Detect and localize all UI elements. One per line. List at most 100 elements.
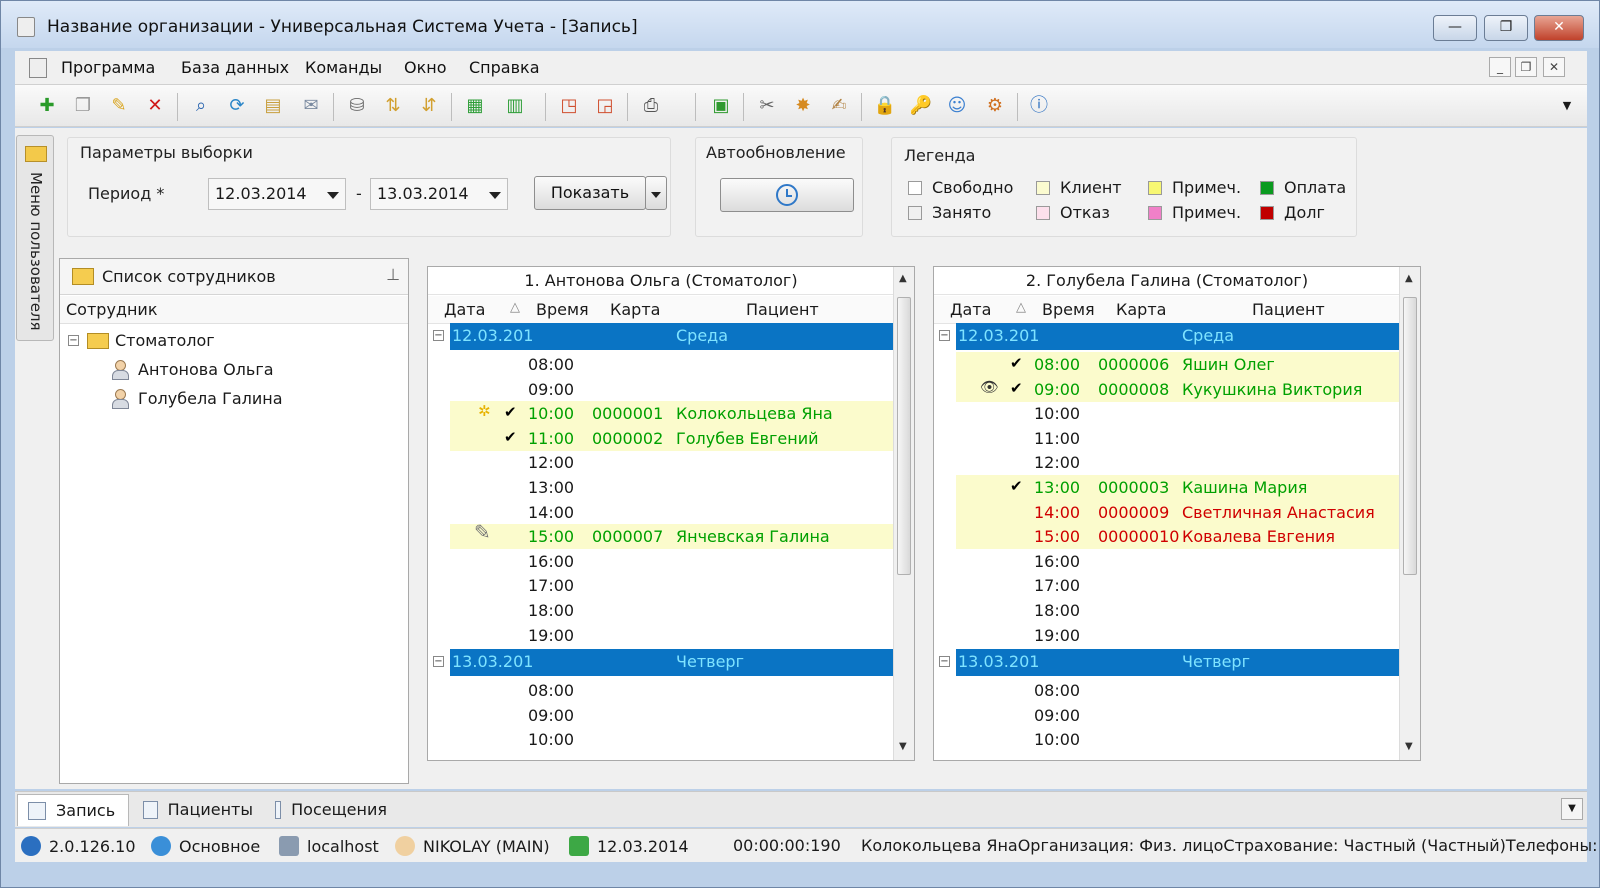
column-card[interactable]: Карта bbox=[1116, 300, 1166, 319]
collapse-icon[interactable]: − bbox=[939, 330, 950, 341]
appointment-row[interactable]: 13:00 0000003 Кашина Мария ✔ bbox=[934, 475, 1400, 500]
mdi-minimize-button[interactable]: _ bbox=[1489, 57, 1511, 77]
minimize-button[interactable]: — bbox=[1433, 15, 1477, 41]
menu-window[interactable]: Окно bbox=[404, 58, 447, 77]
app-icon[interactable] bbox=[17, 17, 35, 37]
collapse-icon[interactable]: − bbox=[433, 330, 444, 341]
appointment-row[interactable]: 09:00 bbox=[428, 703, 894, 728]
day-group-row[interactable]: −12.03.201 Среда bbox=[428, 323, 894, 350]
mdi-restore-button[interactable]: ❐ bbox=[1515, 57, 1537, 77]
show-button[interactable]: Показать bbox=[534, 176, 646, 210]
appointment-row[interactable]: 09:00 bbox=[428, 377, 894, 402]
autoupdate-button[interactable] bbox=[720, 178, 854, 212]
copy-icon[interactable]: ❐ bbox=[71, 94, 95, 118]
sort-asc-icon[interactable]: △ bbox=[1016, 300, 1026, 315]
dropdown-arrow-icon[interactable] bbox=[327, 192, 339, 199]
appointment-row[interactable]: 19:00 bbox=[934, 623, 1400, 648]
search-icon[interactable]: ⌕ bbox=[189, 94, 213, 118]
vertical-scrollbar[interactable]: ▲ ▼ bbox=[893, 267, 914, 760]
print-icon[interactable]: ⎙ bbox=[639, 94, 663, 118]
column-patient[interactable]: Пациент bbox=[1252, 300, 1325, 319]
scroll-down-icon[interactable]: ▼ bbox=[899, 741, 907, 752]
scroll-down-icon[interactable]: ▼ bbox=[1405, 741, 1413, 752]
appointment-row[interactable]: 12:00 bbox=[934, 450, 1400, 475]
tab-patients[interactable]: Пациенты bbox=[133, 794, 261, 826]
show-dropdown-button[interactable] bbox=[645, 176, 667, 210]
open-window-icon[interactable]: ◳ bbox=[557, 94, 581, 118]
column-patient[interactable]: Пациент bbox=[746, 300, 819, 319]
export-menu-icon[interactable]: ▥ bbox=[503, 94, 527, 118]
binoculars-icon[interactable]: ⛁ bbox=[345, 94, 369, 118]
dropdown-arrow-icon[interactable] bbox=[489, 192, 501, 199]
column-card[interactable]: Карта bbox=[610, 300, 660, 319]
appointment-row[interactable]: 15:00 00000010 Ковалева Евгения bbox=[934, 524, 1400, 550]
appointment-row[interactable]: 10:00 bbox=[934, 727, 1400, 752]
info-icon[interactable]: ⓘ bbox=[1027, 94, 1051, 118]
sort-asc-icon[interactable]: △ bbox=[510, 300, 520, 315]
lock-icon[interactable]: 🔒 bbox=[873, 94, 897, 118]
close-button[interactable]: ✕ bbox=[1534, 15, 1584, 41]
export-excel-icon[interactable]: ▦ bbox=[463, 94, 487, 118]
wizard-icon[interactable]: ✸ bbox=[791, 94, 815, 118]
add-icon[interactable]: ✚ bbox=[35, 94, 59, 118]
appointment-row[interactable]: 10:00 bbox=[428, 727, 894, 752]
appointment-row[interactable]: 19:00 bbox=[428, 623, 894, 648]
day-group-row[interactable]: −13.03.201 Четверг bbox=[428, 649, 894, 677]
tools-icon[interactable]: ✂ bbox=[755, 94, 779, 118]
key-icon[interactable]: 🔑 bbox=[909, 94, 933, 118]
sort-desc-icon[interactable]: ⇵ bbox=[417, 94, 441, 118]
appointment-row[interactable]: 13:00 bbox=[428, 475, 894, 500]
appointment-row[interactable]: 12:00 bbox=[428, 450, 894, 475]
tab-appointments[interactable]: Запись bbox=[17, 794, 129, 826]
scroll-thumb[interactable] bbox=[1403, 297, 1417, 575]
vertical-scrollbar[interactable]: ▲ ▼ bbox=[1399, 267, 1420, 760]
maximize-button[interactable]: ❐ bbox=[1484, 15, 1528, 41]
appointment-row[interactable]: 14:00 bbox=[428, 500, 894, 525]
appointment-row[interactable]: 10:00 0000001 Колокольцева Яна ✔ ✲ bbox=[428, 401, 894, 427]
appointment-row[interactable]: 17:00 bbox=[934, 573, 1400, 598]
scroll-up-icon[interactable]: ▲ bbox=[899, 273, 907, 284]
day-group-row[interactable]: −13.03.201 Четверг bbox=[934, 649, 1400, 677]
collapse-icon[interactable]: − bbox=[433, 656, 444, 668]
pin-icon[interactable]: ⊥ bbox=[386, 265, 400, 284]
appointment-row[interactable]: 10:00 bbox=[934, 401, 1400, 426]
appointment-row[interactable]: 11:00 bbox=[934, 426, 1400, 451]
mdi-doc-icon[interactable] bbox=[29, 58, 47, 78]
calendar-icon[interactable]: ▣ bbox=[709, 94, 733, 118]
tree-item-employee[interactable]: Голубела Галина bbox=[110, 388, 283, 409]
collapse-icon[interactable]: − bbox=[68, 335, 79, 346]
appointment-row[interactable]: 11:00 0000002 Голубев Евгений ✔ bbox=[428, 425, 894, 451]
scroll-up-icon[interactable]: ▲ bbox=[1405, 273, 1413, 284]
collapse-icon[interactable]: − bbox=[939, 656, 950, 668]
column-date[interactable]: Дата bbox=[950, 300, 991, 319]
appointment-row[interactable]: 14:00 0000009 Светличная Анастасия bbox=[934, 499, 1400, 525]
close-window-icon[interactable]: ◲ bbox=[593, 94, 617, 118]
menu-database[interactable]: База данных bbox=[181, 58, 289, 77]
toolbar-overflow-icon[interactable]: ▼ bbox=[1555, 94, 1579, 118]
appointment-row[interactable]: 08:00 0000006 Яшин Олег ✔ bbox=[934, 352, 1400, 377]
plugin-icon[interactable]: ⚙ bbox=[983, 94, 1007, 118]
appointment-row[interactable]: 09:00 0000008 Кукушкина Виктория ✔ 👁 bbox=[934, 376, 1400, 402]
employee-column-header[interactable]: Сотрудник bbox=[60, 296, 408, 324]
column-time[interactable]: Время bbox=[1042, 300, 1095, 319]
appointment-row[interactable]: 08:00 bbox=[428, 352, 894, 377]
day-group-row[interactable]: −12.03.201 Среда bbox=[934, 323, 1400, 350]
refresh-icon[interactable]: ⟳ bbox=[225, 94, 249, 118]
appointment-row[interactable]: 09:00 bbox=[934, 703, 1400, 728]
user-menu-sidetab[interactable]: Меню пользователя bbox=[16, 135, 54, 341]
appointment-row[interactable]: 18:00 bbox=[428, 598, 894, 623]
date-from-field[interactable]: 12.03.2014 bbox=[208, 178, 346, 210]
appointment-row[interactable]: 08:00 bbox=[428, 678, 894, 703]
tree-item-employee[interactable]: Антонова Ольга bbox=[110, 359, 274, 380]
appointment-row[interactable]: 17:00 bbox=[428, 573, 894, 598]
tab-visits[interactable]: Посещения bbox=[265, 794, 395, 826]
column-date[interactable]: Дата bbox=[444, 300, 485, 319]
appointment-row[interactable]: 16:00 bbox=[934, 549, 1400, 574]
menu-commands[interactable]: Команды bbox=[305, 58, 382, 77]
appointment-row[interactable]: 16:00 bbox=[428, 549, 894, 574]
tabs-dropdown-icon[interactable]: ▼ bbox=[1561, 798, 1583, 820]
menu-help[interactable]: Справка bbox=[469, 58, 540, 77]
date-to-field[interactable]: 13.03.2014 bbox=[370, 178, 508, 210]
notes-icon[interactable]: ✍ bbox=[827, 94, 851, 118]
tree-group-dentist[interactable]: − Стоматолог bbox=[68, 331, 215, 350]
